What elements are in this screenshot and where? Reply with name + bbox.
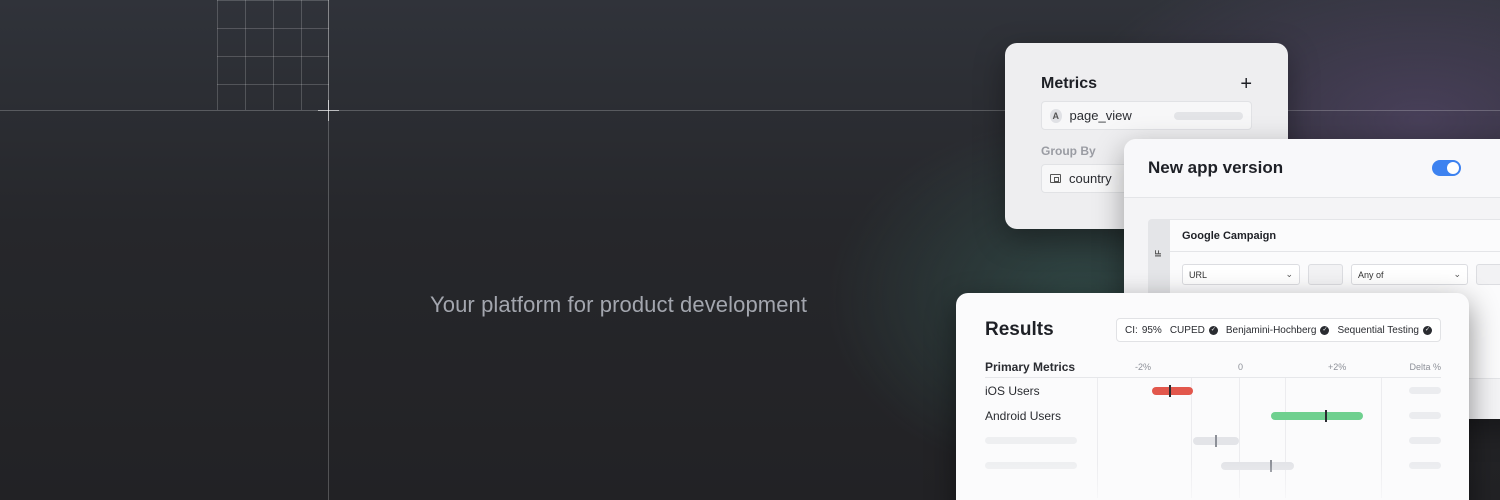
ci-value: 95%: [1141, 324, 1162, 336]
ci-setting[interactable]: CI: 95%: [1125, 325, 1162, 336]
ci-label: CI:: [1125, 324, 1138, 336]
estimate-marker: [1270, 460, 1273, 472]
metric-name: page_view: [1069, 108, 1132, 123]
confidence-interval-bar: [1193, 435, 1239, 447]
metrics-header: Metrics +: [1041, 73, 1252, 95]
field-select[interactable]: URL ⌄: [1182, 264, 1300, 285]
delta-value-placeholder: [1409, 462, 1441, 469]
confidence-interval-bar: [1220, 460, 1295, 472]
condition-title: Google Campaign: [1170, 220, 1500, 252]
group-by-name: country: [1069, 171, 1112, 186]
sequential-testing-label: Sequential Testing: [1337, 324, 1419, 336]
operator-select-value: Any of: [1358, 269, 1384, 280]
version-title: New app version: [1148, 158, 1284, 177]
plus-icon[interactable]: +: [1240, 74, 1252, 94]
delta-axis: -2% 0 +2% Delta %: [1135, 360, 1441, 374]
check-icon: ✓: [1320, 325, 1330, 335]
metric-result-row[interactable]: [985, 453, 1441, 478]
metric-placeholder: [1173, 111, 1243, 120]
sequential-testing-setting[interactable]: Sequential Testing ✓: [1337, 325, 1432, 336]
version-header: New app version: [1124, 139, 1500, 198]
analysis-settings[interactable]: CI: 95% CUPED ✓ Benjamini-Hochberg ✓ Seq…: [1116, 318, 1441, 342]
confidence-interval-bar: [1151, 385, 1193, 397]
results-title: Results: [985, 319, 1054, 340]
operator-select[interactable]: Any of ⌄: [1351, 264, 1468, 285]
primary-metrics-label: Primary Metrics: [985, 359, 1076, 374]
metric-label-placeholder: [985, 437, 1077, 444]
delta-value-placeholder: [1409, 437, 1441, 444]
metric-result-label: iOS Users: [985, 383, 1040, 398]
crosshair-icon: [318, 100, 339, 121]
results-header: Results CI: 95% CUPED ✓ Benjamini-Hochbe…: [985, 318, 1441, 342]
metrics-title: Metrics: [1041, 75, 1098, 92]
check-icon: ✓: [1423, 325, 1432, 335]
chevron-down-icon: ⌄: [1453, 269, 1461, 279]
results-plot: iOS Users Android Users: [985, 378, 1441, 498]
metric-label-placeholder: [985, 462, 1077, 469]
estimate-marker: [1168, 385, 1171, 397]
axis-tick-label: +2%: [1328, 361, 1347, 372]
benjamini-hochberg-setting[interactable]: Benjamini-Hochberg ✓: [1226, 325, 1330, 336]
confidence-interval-bar: [1271, 410, 1364, 422]
estimate-marker: [1215, 435, 1217, 447]
axis-tick-label: 0: [1238, 361, 1244, 372]
vertical-guide-line: [328, 0, 329, 500]
metric-type-icon: A: [1050, 108, 1062, 123]
metric-result-row[interactable]: Android Users: [985, 403, 1441, 428]
metric-item[interactable]: A page_view: [1041, 101, 1252, 130]
delta-value-placeholder: [1409, 412, 1441, 419]
delta-label: Delta %: [1409, 361, 1441, 372]
cuped-label: CUPED: [1169, 324, 1205, 336]
if-label: IF: [1154, 249, 1164, 258]
metric-result-row[interactable]: iOS Users: [985, 378, 1441, 403]
metric-result-row[interactable]: [985, 428, 1441, 453]
delta-value-placeholder: [1409, 387, 1441, 394]
metric-result-label: Android Users: [985, 408, 1062, 423]
value-placeholder[interactable]: [1476, 264, 1500, 285]
results-card: Results CI: 95% CUPED ✓ Benjamini-Hochbe…: [956, 293, 1469, 500]
condition-row: URL ⌄ Any of ⌄: [1170, 252, 1500, 297]
check-icon: ✓: [1208, 325, 1218, 335]
axis-tick-label: -2%: [1135, 361, 1152, 372]
results-axis-row: Primary Metrics -2% 0 +2% Delta %: [985, 360, 1441, 378]
grid-decoration: [217, 0, 329, 110]
cuped-setting[interactable]: CUPED ✓: [1170, 325, 1218, 336]
enable-toggle[interactable]: [1432, 160, 1461, 176]
benjamini-hochberg-label: Benjamini-Hochberg: [1225, 324, 1317, 336]
estimate-marker: [1325, 410, 1328, 422]
tagline: Your platform for product development: [430, 292, 808, 317]
field-select-value: URL: [1189, 269, 1208, 280]
chevron-down-icon: ⌄: [1285, 269, 1293, 279]
folder-icon: [1050, 174, 1061, 183]
value-placeholder[interactable]: [1308, 264, 1343, 285]
